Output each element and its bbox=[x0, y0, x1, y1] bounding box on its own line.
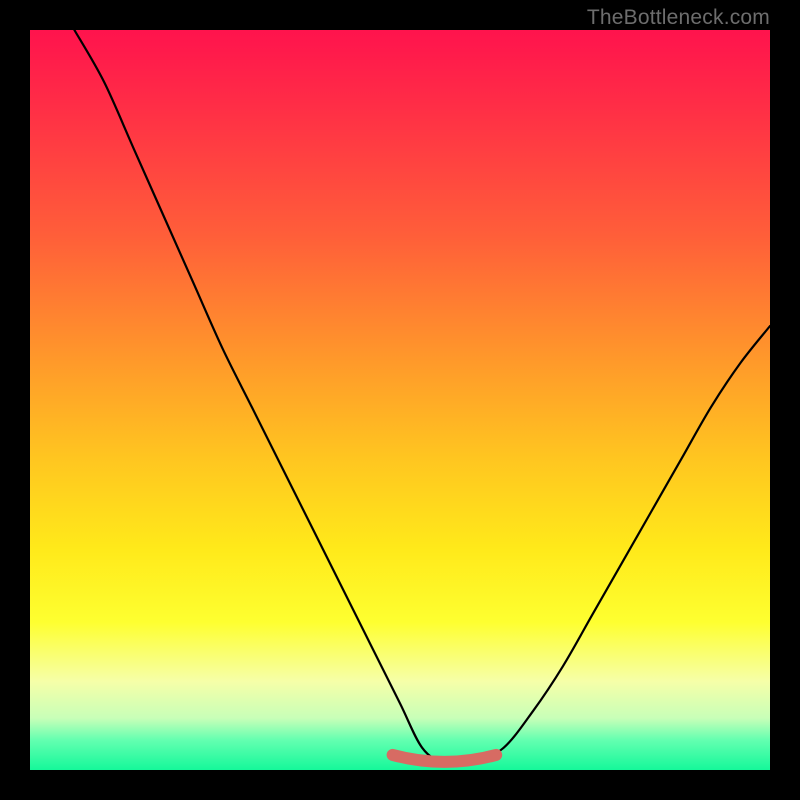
bottleneck-curve bbox=[74, 30, 770, 764]
chart-svg bbox=[30, 30, 770, 770]
watermark-text: TheBottleneck.com bbox=[587, 6, 770, 30]
optimal-range-highlight bbox=[393, 755, 497, 762]
chart-frame: TheBottleneck.com bbox=[0, 0, 800, 800]
chart-plot-area bbox=[30, 30, 770, 770]
